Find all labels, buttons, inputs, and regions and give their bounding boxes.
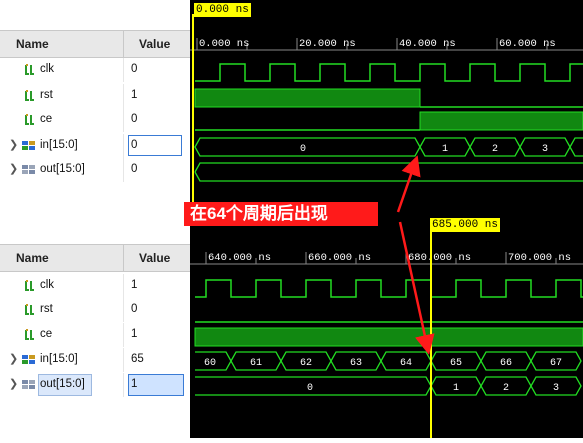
arrow-to-output-change [398,221,435,355]
arrow-to-input-change [396,155,421,213]
annotation-label: 在64个周期后出现 [184,202,378,226]
